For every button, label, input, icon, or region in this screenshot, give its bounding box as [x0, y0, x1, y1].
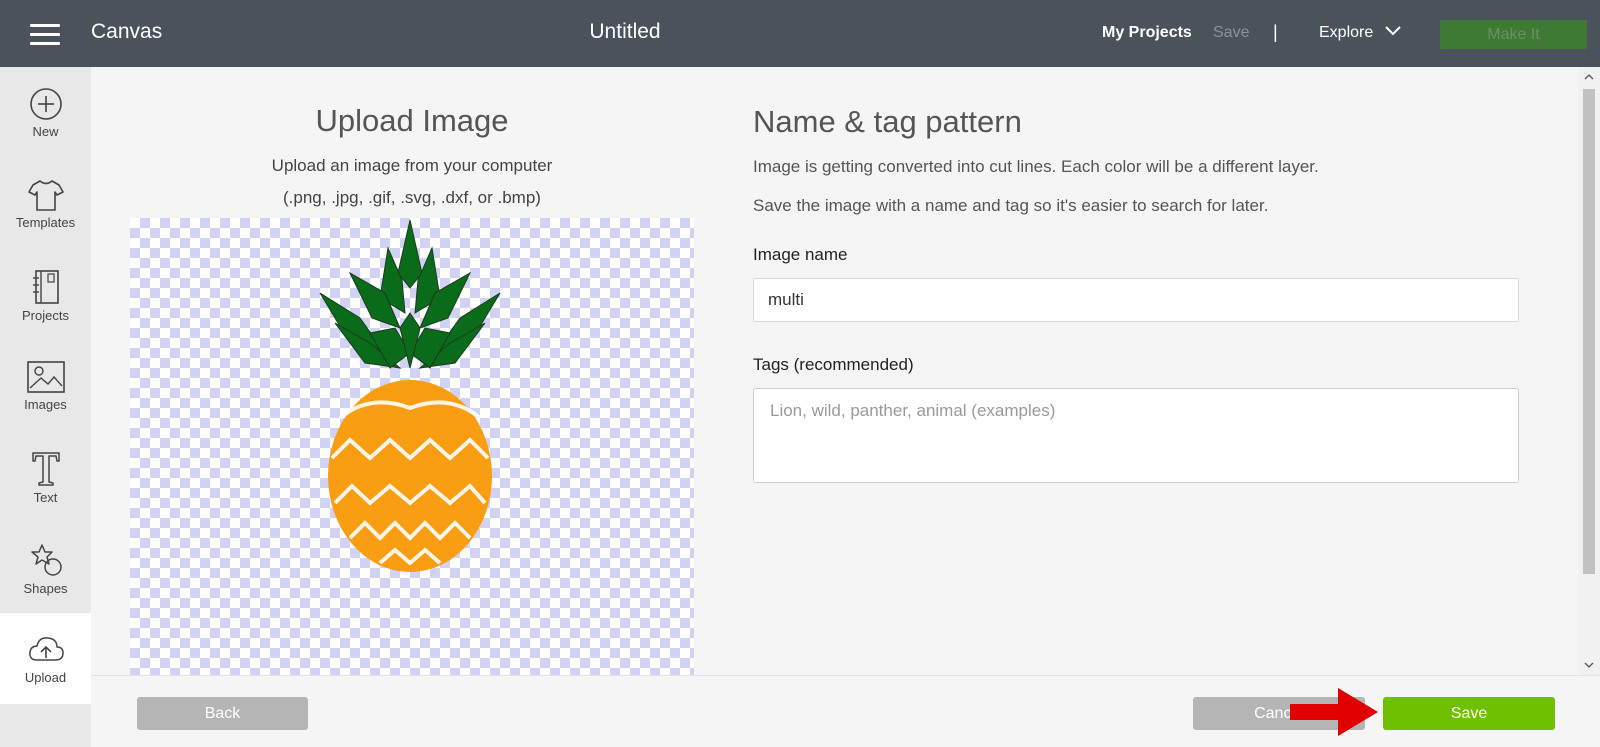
sidebar-item-templates[interactable]: Templates: [0, 158, 91, 249]
scroll-down-arrow-icon[interactable]: [1584, 660, 1594, 670]
upload-subtitle: Upload an image from your computer: [271, 156, 553, 175]
sidebar-item-label: New: [32, 124, 59, 139]
plus-circle-icon: [29, 88, 62, 120]
vertical-scrollbar[interactable]: [1578, 67, 1600, 675]
back-button[interactable]: Back: [137, 697, 308, 730]
sidebar-item-shapes[interactable]: Shapes: [0, 522, 91, 613]
cloud-upload-icon: [28, 637, 64, 661]
shapes-icon: [30, 544, 62, 576]
red-arrow-annotation-icon: [1290, 688, 1378, 736]
pineapple-image: [319, 219, 501, 572]
image-name-input[interactable]: [753, 278, 1519, 322]
tags-input[interactable]: [753, 388, 1519, 483]
document-title[interactable]: Untitled: [0, 20, 1250, 44]
save-button[interactable]: Save: [1383, 697, 1555, 730]
chevron-down-icon[interactable]: [1385, 25, 1401, 37]
top-bar: Canvas Untitled My Projects Save | Explo…: [0, 0, 1600, 67]
top-save-link[interactable]: Save: [1213, 24, 1249, 42]
sidebar-item-new[interactable]: New: [0, 67, 91, 158]
sidebar-item-projects[interactable]: Projects: [0, 249, 91, 340]
scroll-up-arrow-icon[interactable]: [1584, 72, 1594, 82]
header-divider: |: [1273, 22, 1278, 42]
conversion-description: Image is getting converted into cut line…: [753, 157, 1319, 176]
sidebar-item-label: Upload: [24, 670, 67, 685]
sidebar-item-label: Text: [33, 490, 58, 505]
image-preview: [130, 218, 694, 675]
sidebar-item-label: Templates: [15, 215, 76, 230]
sidebar-item-text[interactable]: Text: [0, 431, 91, 522]
save-description: Save the image with a name and tag so it…: [753, 196, 1269, 215]
image-name-label: Image name: [753, 245, 848, 264]
scrollbar-thumb[interactable]: [1583, 89, 1595, 574]
tags-label: Tags (recommended): [753, 355, 914, 374]
text-t-icon: [31, 452, 60, 486]
sidebar-item-label: Images: [24, 397, 67, 412]
notebook-icon: [32, 270, 59, 304]
image-icon: [26, 361, 65, 393]
left-sidebar: New Templates Projects Images Text Shape…: [0, 67, 91, 747]
sidebar-item-images[interactable]: Images: [0, 340, 91, 431]
name-tag-heading: Name & tag pattern: [753, 104, 1022, 139]
upload-formats: (.png, .jpg, .gif, .svg, .dxf, or .bmp): [283, 188, 541, 207]
make-it-button[interactable]: Make It: [1440, 20, 1587, 49]
upload-heading: Upload Image: [315, 103, 509, 138]
my-projects-link[interactable]: My Projects: [1102, 24, 1192, 42]
sidebar-item-label: Shapes: [23, 581, 68, 596]
sidebar-item-upload[interactable]: Upload: [0, 613, 91, 704]
explore-menu[interactable]: Explore: [1319, 24, 1373, 42]
sidebar-item-label: Projects: [22, 308, 69, 323]
tshirt-icon: [27, 180, 64, 211]
